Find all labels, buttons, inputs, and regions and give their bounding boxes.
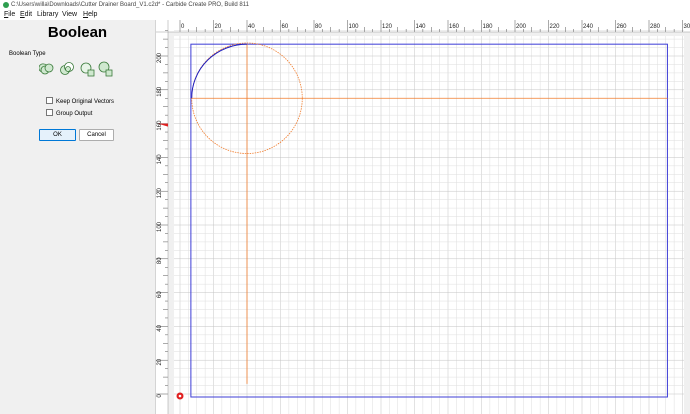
y-ruler-label: 200 — [157, 52, 163, 63]
x-ruler-label: 60 — [282, 24, 289, 30]
y-ruler-label: 120 — [157, 188, 163, 199]
x-ruler-label: 180 — [483, 24, 494, 30]
intersect-icon — [80, 62, 95, 77]
y-ruler-label: 80 — [157, 257, 163, 264]
menu-help[interactable]: Help — [83, 10, 97, 20]
app-icon — [3, 2, 9, 8]
x-ruler-label: 260 — [617, 24, 628, 30]
intersect-button[interactable] — [79, 61, 95, 77]
origin-marker-center — [178, 394, 182, 398]
y-ruler-label: 100 — [157, 221, 163, 232]
x-ruler-label: 220 — [550, 24, 561, 30]
keep-original-vectors-checkbox[interactable] — [46, 97, 53, 104]
x-ruler-label: 240 — [583, 24, 594, 30]
group-output-label: Group Output — [56, 111, 93, 117]
x-ruler-label: 140 — [416, 24, 427, 30]
menu-bar: File Edit Library View Help — [0, 10, 690, 20]
x-ruler-label: 160 — [449, 24, 460, 30]
ok-button[interactable]: OK — [39, 129, 76, 141]
window-title: C:\Users\willa\Downloads\Cutter Drainer … — [11, 2, 249, 8]
union-button[interactable] — [39, 61, 55, 77]
y-ruler-label: 140 — [157, 154, 163, 165]
x-ruler-label: 20 — [215, 24, 222, 30]
menu-edit[interactable]: Edit — [20, 10, 32, 20]
panel-title: Boolean — [47, 24, 108, 41]
x-ruler-label: 100 — [349, 24, 360, 30]
keep-original-vectors-label: Keep Original Vectors — [56, 99, 115, 105]
design-canvas[interactable]: 0 20 40 60 80 100 120 140 160 180 200 220 240 260 280 3… — [156, 20, 690, 414]
boolean-panel: Boolean Boolean Type Keep Original Vecto… — [0, 20, 156, 414]
y-ruler-label: 180 — [157, 86, 163, 97]
keep-original-vectors-option[interactable]: Keep Original Vectors — [46, 97, 114, 106]
weld-button[interactable] — [97, 61, 113, 77]
subtract-button[interactable] — [59, 61, 75, 77]
x-ruler-label: 300 — [684, 24, 690, 30]
y-ruler-label: 160 — [157, 120, 163, 131]
menu-view[interactable]: View — [62, 10, 77, 20]
x-ruler-label: 200 — [516, 24, 527, 30]
y-ruler-label: 60 — [157, 291, 163, 298]
y-ruler-label: 40 — [157, 324, 163, 331]
grid — [174, 30, 684, 414]
group-output-checkbox[interactable] — [46, 109, 53, 116]
x-ruler-label: 120 — [382, 24, 393, 30]
cancel-button[interactable]: Cancel — [79, 129, 114, 141]
subtract-icon — [60, 62, 74, 75]
title-bar: C:\Users\willa\Downloads\Cutter Drainer … — [0, 0, 690, 10]
x-ruler-label: 280 — [650, 24, 661, 30]
union-icon — [39, 63, 54, 75]
menu-file[interactable]: File — [4, 10, 15, 20]
boolean-type-label: Boolean Type — [9, 51, 46, 57]
canvas-svg[interactable]: 0 20 40 60 80 100 120 140 160 180 200 220 240 260 280 3… — [156, 20, 690, 414]
y-ruler-label: 20 — [157, 358, 163, 365]
weld-icon — [98, 61, 113, 77]
x-ruler-label: 40 — [248, 24, 255, 30]
menu-library[interactable]: Library — [37, 10, 58, 20]
group-output-option[interactable]: Group Output — [46, 109, 92, 118]
left-ruler — [156, 20, 168, 414]
x-ruler-label: 80 — [315, 24, 322, 30]
